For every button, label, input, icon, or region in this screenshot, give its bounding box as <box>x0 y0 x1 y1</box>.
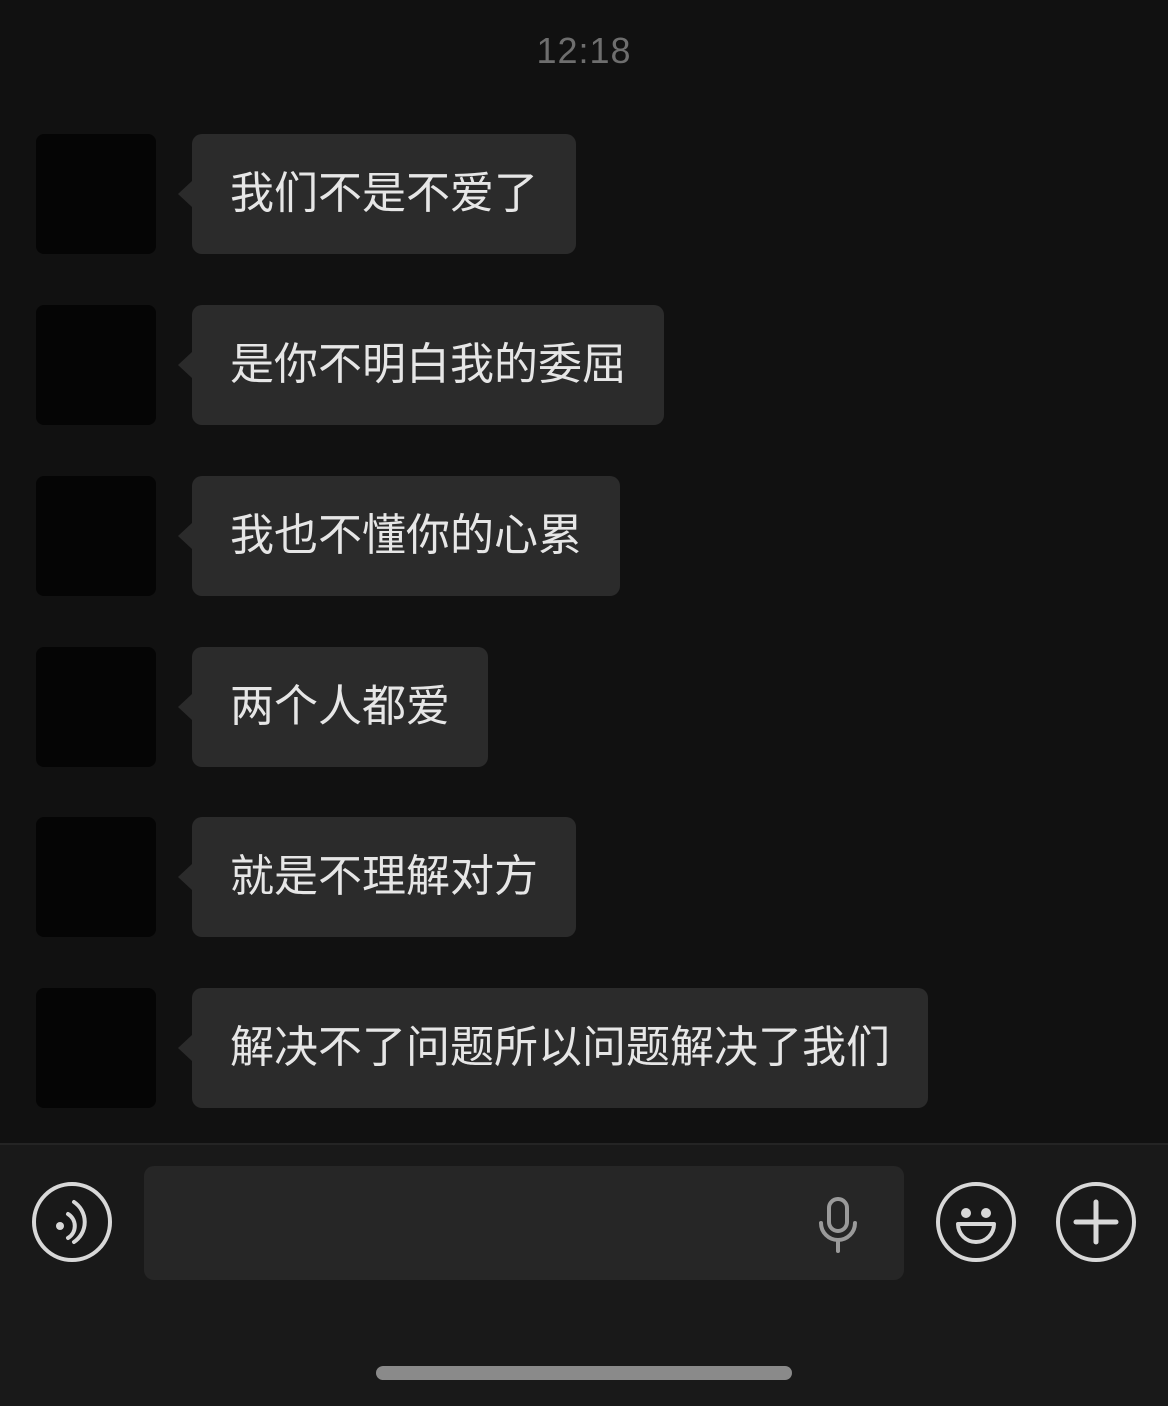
voice-wave-icon[interactable] <box>32 1182 112 1262</box>
message-timestamp: 12:18 <box>536 30 632 71</box>
message-bubble[interactable]: 两个人都爱 <box>178 647 488 767</box>
message-bubble[interactable]: 我们不是不爱了 <box>178 134 576 254</box>
plus-icon[interactable] <box>1056 1182 1136 1262</box>
sender-avatar[interactable] <box>36 988 156 1108</box>
chat-message-list[interactable]: 12:18 我们不是不爱了 是你不明白我的委屈 我也不懂你的心累 两个人都爱 就… <box>0 0 1168 1143</box>
sender-avatar[interactable] <box>36 647 156 767</box>
sender-avatar[interactable] <box>36 817 156 937</box>
message-row: 解决不了问题所以问题解决了我们 <box>36 988 1136 1108</box>
sender-avatar[interactable] <box>36 305 156 425</box>
microphone-icon[interactable] <box>816 1197 860 1253</box>
message-bubble[interactable]: 我也不懂你的心累 <box>178 476 620 596</box>
message-input[interactable] <box>144 1166 904 1280</box>
message-row: 我也不懂你的心累 <box>36 476 1136 596</box>
emoji-icon[interactable] <box>936 1182 1016 1262</box>
message-bubble[interactable]: 是你不明白我的委屈 <box>178 305 664 425</box>
sender-avatar[interactable] <box>36 134 156 254</box>
home-indicator[interactable] <box>376 1366 792 1380</box>
chat-input-bar <box>0 1143 1168 1406</box>
message-bubble[interactable]: 就是不理解对方 <box>178 817 576 937</box>
sender-avatar[interactable] <box>36 476 156 596</box>
message-row: 我们不是不爱了 <box>36 134 1136 254</box>
message-bubble[interactable]: 解决不了问题所以问题解决了我们 <box>178 988 928 1108</box>
message-row: 就是不理解对方 <box>36 817 1136 937</box>
message-row: 是你不明白我的委屈 <box>36 305 1136 425</box>
message-row: 两个人都爱 <box>36 647 1136 767</box>
